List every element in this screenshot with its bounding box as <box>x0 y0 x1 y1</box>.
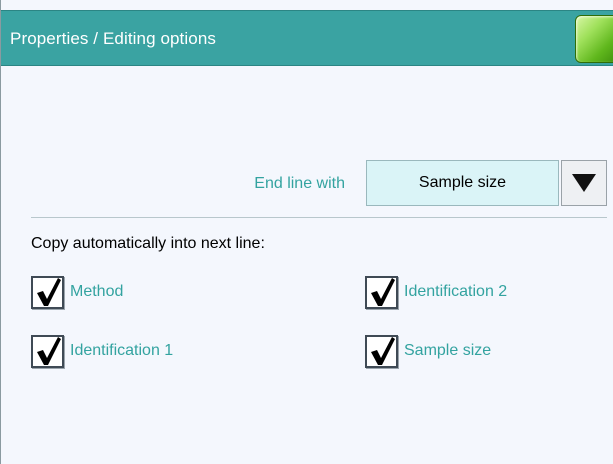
identification-1-label: Identification 1 <box>70 342 174 359</box>
checkbox-item-identification-1[interactable]: Identification 1 <box>31 334 173 368</box>
end-line-selected-value: Sample size <box>418 174 507 191</box>
checkmark-icon <box>370 277 395 306</box>
method-checkbox[interactable] <box>31 275 64 309</box>
checkmark-icon <box>36 336 61 365</box>
end-line-select[interactable]: Sample size <box>366 160 559 206</box>
end-line-label: End line with <box>254 175 345 192</box>
method-label: Method <box>70 283 124 300</box>
end-line-dropdown-button[interactable] <box>561 160 607 206</box>
checkmark-icon <box>36 277 61 306</box>
identification-2-checkbox[interactable] <box>365 275 398 309</box>
divider <box>31 217 607 218</box>
identification-1-checkbox[interactable] <box>31 334 64 368</box>
home-button[interactable] <box>575 15 613 63</box>
copy-heading: Copy automatically into next line: <box>31 235 265 252</box>
checkbox-item-method[interactable]: Method <box>31 275 123 309</box>
window-title: Properties / Editing options <box>10 29 216 48</box>
checkbox-item-identification-2[interactable]: Identification 2 <box>365 275 507 309</box>
screen: Properties / Editing options End line wi… <box>0 0 613 464</box>
identification-2-label: Identification 2 <box>404 283 508 300</box>
title-bar: Properties / Editing options <box>1 10 613 66</box>
triangle-down-icon <box>572 174 596 192</box>
checkbox-item-sample-size[interactable]: Sample size <box>365 334 491 368</box>
sample-size-label: Sample size <box>404 342 492 359</box>
checkmark-icon <box>370 336 395 365</box>
sample-size-checkbox[interactable] <box>365 334 398 368</box>
